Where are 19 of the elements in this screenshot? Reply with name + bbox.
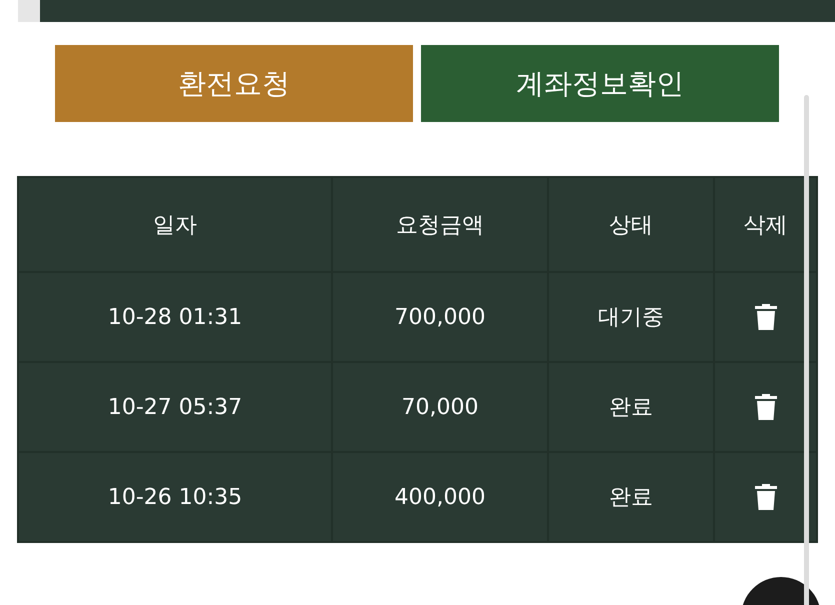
trash-icon[interactable]: [754, 304, 776, 330]
delete-header: 삭제: [744, 212, 788, 238]
date-cell: 10-26 10:35: [108, 484, 242, 510]
amount-cell: 70,000: [402, 394, 478, 420]
date-cell: 10-28 01:31: [108, 304, 242, 330]
scrollbar[interactable]: [804, 95, 809, 605]
date-cell: 10-27 05:37: [108, 394, 242, 420]
status-header: 상태: [609, 212, 653, 238]
amount-cell: 700,000: [394, 304, 486, 330]
trash-icon[interactable]: [754, 484, 776, 510]
status-cell: 완료: [609, 395, 653, 420]
account-info-button[interactable]: 계좌정보확인: [421, 45, 779, 122]
status-cell: 대기중: [598, 305, 664, 330]
trash-icon[interactable]: [754, 394, 776, 420]
exchange-request-button[interactable]: 환전요청: [55, 45, 413, 122]
status-cell: 완료: [609, 485, 653, 510]
amount-cell: 400,000: [394, 484, 486, 510]
amount-header: 요청금액: [396, 212, 484, 238]
date-header: 일자: [153, 212, 197, 238]
